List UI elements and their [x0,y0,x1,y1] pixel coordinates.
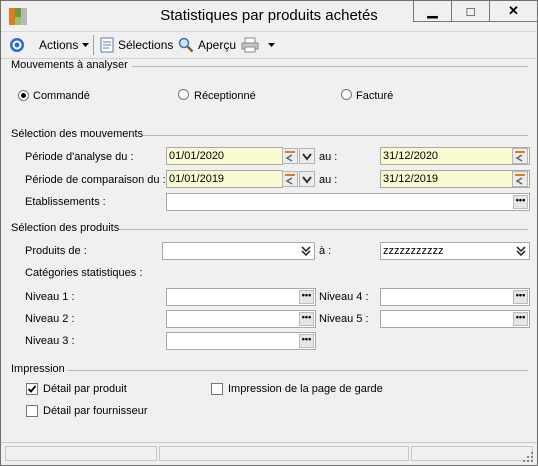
apercu-label: Aperçu [198,38,237,52]
group-selection-produits: Sélection des produits [11,222,120,234]
printer-icon [241,37,259,53]
checkbox-detail-fournisseur[interactable] [26,405,38,417]
minimize-button[interactable]: ▁ [413,1,451,22]
date-arrow-icon [515,151,525,162]
produits-label: Produits de : [25,245,87,257]
radio-receptionne-label: Réceptionné [194,90,256,102]
niveau1-field[interactable]: ••• [166,288,316,306]
niveau4-label: Niveau 4 : [319,291,369,303]
title-bar: Statistiques par produits achetés ▁ □ ✕ [1,1,537,32]
date-shortcut-button[interactable] [282,171,298,187]
niveau2-field[interactable]: ••• [166,310,316,328]
au-label: au : [319,174,338,186]
ellipsis-icon[interactable]: ••• [299,290,314,304]
date-dropdown-button[interactable] [299,171,315,187]
minimize-icon: ▁ [427,3,438,18]
ellipsis-icon[interactable]: ••• [299,312,314,326]
selections-label: Sélections [118,38,174,52]
detail-fournisseur-label: Détail par fournisseur [43,405,148,417]
periode-comparaison-to[interactable]: 31/12/2019 [380,170,530,188]
status-cell-3 [411,446,533,461]
periode-analyse-label: Période d'analyse du : [25,151,134,163]
toolbar: Actions Sélections Aperçu [1,32,537,59]
checkbox-page-garde[interactable] [211,383,223,395]
chevron-down-icon [302,176,312,184]
actions-menu[interactable]: Actions [39,36,94,54]
close-button[interactable]: ✕ [489,1,537,22]
periode-analyse-from[interactable]: 01/01/2020 [166,147,283,165]
radio-commande-label: Commandé [33,90,90,102]
date-shortcut-button[interactable] [512,171,528,187]
niveau4-field[interactable]: ••• [380,288,530,306]
print-dropdown[interactable] [267,36,280,54]
maximize-button[interactable]: □ [451,1,489,22]
radio-receptionne[interactable] [178,89,189,100]
produits-from-select[interactable] [162,242,315,260]
close-icon: ✕ [508,3,519,18]
document-icon [100,37,114,53]
apercu-button[interactable]: Aperçu [178,36,236,54]
ellipsis-icon[interactable]: ••• [513,195,528,209]
date-shortcut-button[interactable] [282,148,298,164]
target-icon [10,38,24,52]
status-cell-2 [159,446,409,461]
periode-comparaison-label: Période de comparaison du : [25,174,166,186]
double-chevron-down-icon [301,246,311,257]
produits-to-value: zzzzzzzzzzz [383,245,444,257]
maximize-icon: □ [466,3,475,19]
checkmark-icon [27,385,37,393]
group-impression: Impression [11,363,65,375]
ellipsis-icon[interactable]: ••• [513,312,528,326]
home-button[interactable] [9,36,29,54]
niveau5-field[interactable]: ••• [380,310,530,328]
group-selection-mouvements: Sélection des mouvements [11,128,144,140]
au-label: au : [319,151,338,163]
niveau5-label: Niveau 5 : [319,313,369,325]
ellipsis-icon[interactable]: ••• [513,290,528,304]
window: Statistiques par produits achetés ▁ □ ✕ … [0,0,538,466]
chevron-down-icon [302,153,312,161]
etablissements-field[interactable]: ••• [166,193,530,211]
niveau2-label: Niveau 2 : [25,313,75,325]
etablissements-label: Etablissements : [25,196,106,208]
date-arrow-icon [285,151,295,162]
niveau3-field[interactable]: ••• [166,332,316,350]
detail-produit-label: Détail par produit [43,383,127,395]
magnifier-icon [178,37,194,53]
a-label: à : [319,245,332,257]
date-arrow-icon [515,174,525,185]
chevron-down-icon [82,43,90,47]
date-dropdown-button[interactable] [299,148,315,164]
radio-commande[interactable] [18,90,29,101]
periode-analyse-to[interactable]: 31/12/2020 [380,147,530,165]
periode-comparaison-from[interactable]: 01/01/2019 [166,170,283,188]
print-button[interactable] [241,36,263,54]
status-cell-1 [5,446,157,461]
double-chevron-down-icon [516,246,526,257]
ellipsis-icon[interactable]: ••• [299,334,314,348]
niveau1-label: Niveau 1 : [25,291,75,303]
group-mouvements: Mouvements à analyser [11,59,128,71]
radio-facture[interactable] [341,89,352,100]
date-shortcut-button[interactable] [512,148,528,164]
chevron-down-icon [268,43,275,47]
selections-button[interactable]: Sélections [100,36,173,54]
actions-label: Actions [39,38,79,52]
date-arrow-icon [285,174,295,185]
checkbox-detail-produit[interactable] [26,383,38,395]
radio-facture-label: Facturé [356,90,394,102]
status-bar [1,442,537,465]
niveau3-label: Niveau 3 : [25,335,75,347]
page-garde-label: Impression de la page de garde [228,383,383,395]
produits-to-select[interactable]: zzzzzzzzzzz [380,242,530,260]
resize-grip-icon[interactable] [523,452,533,462]
categories-label: Catégories statistiques : [25,267,143,279]
